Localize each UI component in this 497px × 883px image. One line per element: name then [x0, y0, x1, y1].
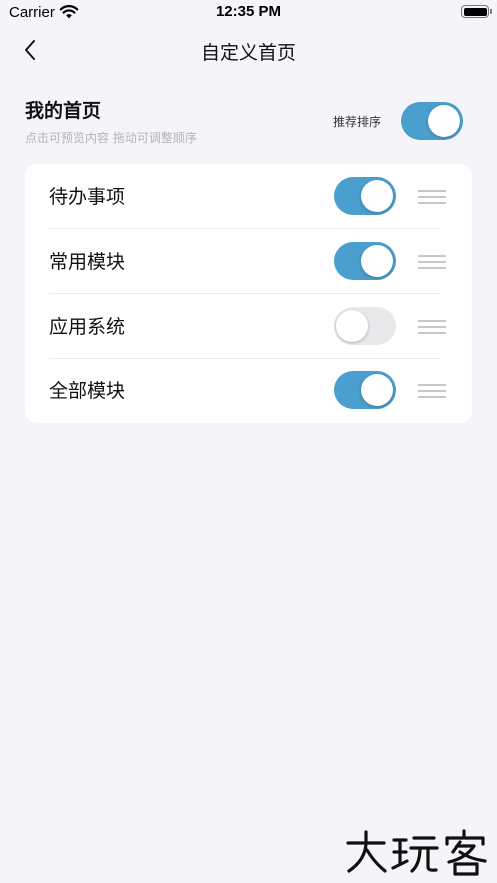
module-label: 全部模块 — [49, 380, 126, 402]
page-title: 自定义首页 — [200, 42, 296, 64]
module-label: 应用系统 — [49, 316, 126, 338]
recommend-sort-label: 推荐排序 — [333, 115, 382, 129]
status-bar: Carrier 12:35 PM — [0, 0, 497, 26]
toggle-knob — [428, 105, 460, 137]
battery-icon — [461, 5, 492, 18]
module-toggle[interactable] — [334, 371, 396, 409]
toggle-knob — [361, 374, 393, 406]
module-label: 待办事项 — [49, 186, 126, 208]
list-item[interactable]: 应用系统 — [25, 294, 472, 359]
drag-handle-icon[interactable] — [418, 383, 446, 399]
section-header: 我的首页 点击可预览内容 拖动可调整顺序 — [25, 96, 197, 146]
recommend-sort-toggle[interactable] — [401, 102, 463, 140]
module-toggle[interactable] — [334, 177, 396, 215]
module-toggle[interactable] — [334, 242, 396, 280]
module-list: 待办事项 常用模块 应用系统 全部模块 — [25, 164, 472, 423]
toggle-knob — [336, 310, 368, 342]
drag-handle-icon[interactable] — [418, 189, 446, 205]
drag-handle-icon[interactable] — [418, 319, 446, 335]
module-toggle[interactable] — [334, 307, 396, 345]
section-hint: 点击可预览内容 拖动可调整顺序 — [25, 131, 197, 145]
list-item[interactable]: 常用模块 — [25, 229, 472, 294]
module-label: 常用模块 — [49, 251, 126, 273]
watermark-logo — [346, 829, 487, 876]
list-item[interactable]: 待办事项 — [25, 164, 472, 229]
toggle-knob — [361, 245, 393, 277]
navigation-bar: 自定义首页 — [0, 26, 497, 76]
section-title: 我的首页 — [25, 100, 102, 122]
drag-handle-icon[interactable] — [418, 254, 446, 270]
toggle-knob — [361, 180, 393, 212]
list-item[interactable]: 全部模块 — [25, 358, 472, 423]
status-time: 12:35 PM — [215, 3, 282, 20]
